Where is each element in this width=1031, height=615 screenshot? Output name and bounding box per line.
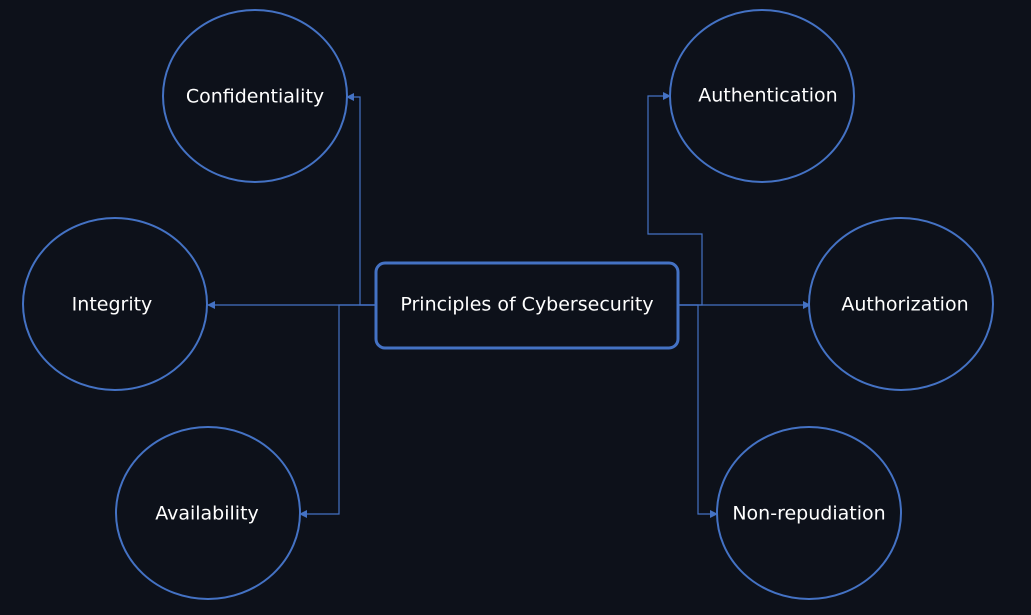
node-label-integrity: Integrity [72,294,153,316]
node-label-availability: Availability [155,503,259,525]
connector-non-repudiation [678,304,718,518]
node-label-authorization: Authorization [841,294,968,316]
node-non-repudiation: Non-repudiation [716,426,902,600]
cybersecurity-principles-diagram: Confidentiality Integrity Availability P… [22,9,994,600]
node-integrity: Integrity [22,217,208,391]
node-label-non-repudiation: Non-repudiation [732,503,885,525]
node-authorization: Authorization [808,217,994,391]
node-label-confidentiality: Confidentiality [186,86,324,108]
node-availability: Availability [115,426,301,600]
center-node: Principles of Cybersecurity [374,261,680,350]
node-label-authentication: Authentication [698,85,837,107]
center-label: Principles of Cybersecurity [400,294,653,316]
node-authentication: Authentication [669,9,855,183]
connector-availability [299,304,376,518]
connector-confidentiality [346,93,376,306]
node-confidentiality: Confidentiality [162,9,348,183]
